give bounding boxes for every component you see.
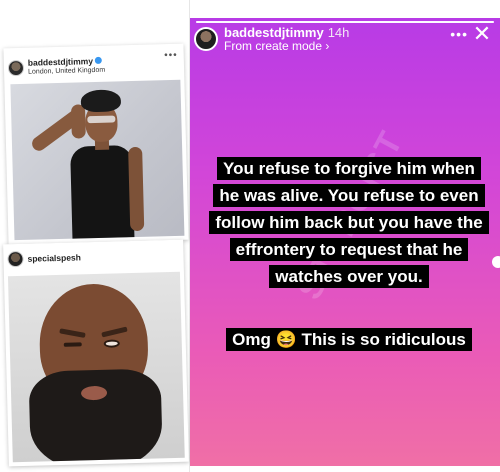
story-text-main: You refuse to forgive him when he was al… bbox=[208, 155, 490, 290]
story-text-second: Omg 😆 This is so ridiculous bbox=[208, 326, 490, 353]
photo-figure-part bbox=[70, 145, 135, 241]
photo-figure-part bbox=[87, 115, 116, 124]
username-text: baddestdjtimmy bbox=[27, 56, 94, 68]
caption-text: Omg 😆 This is so ridiculous bbox=[226, 328, 472, 351]
more-options-icon[interactable]: ••• bbox=[450, 26, 468, 42]
post-username[interactable]: baddestdjtimmy bbox=[27, 56, 103, 68]
left-column: baddestdjtimmy London, United Kingdom ••… bbox=[0, 0, 190, 472]
photo-figure-part bbox=[70, 104, 86, 139]
avatar[interactable] bbox=[194, 27, 218, 51]
post-photo[interactable] bbox=[7, 271, 185, 463]
post-header: baddestdjtimmy London, United Kingdom ••… bbox=[3, 44, 184, 85]
instagram-post-2: specialspesh bbox=[3, 239, 189, 467]
photo-figure-part bbox=[80, 89, 122, 113]
story-progress-fill bbox=[196, 21, 494, 23]
more-options-icon[interactable]: ••• bbox=[164, 50, 178, 61]
post-location[interactable]: London, United Kingdom bbox=[28, 67, 105, 76]
create-mode-link[interactable]: From create mode › bbox=[224, 39, 329, 53]
username-text: baddestdjtimmy bbox=[224, 25, 324, 40]
post-photo[interactable] bbox=[10, 79, 185, 241]
photo-figure-part bbox=[128, 146, 145, 232]
story-timestamp: 14h bbox=[327, 25, 350, 40]
instagram-post-1: baddestdjtimmy London, United Kingdom ••… bbox=[3, 43, 189, 245]
verified-badge-icon bbox=[94, 56, 103, 64]
post-username[interactable]: specialspesh bbox=[27, 252, 81, 263]
story-progress-bar bbox=[196, 21, 494, 23]
story-username[interactable]: baddestdjtimmy 14h bbox=[224, 25, 349, 40]
instagram-story[interactable]: baddestdjtimmy 14h From create mode › •••… bbox=[190, 18, 500, 466]
photo-figure-part bbox=[28, 368, 164, 463]
photo-figure-part bbox=[63, 342, 82, 347]
caption-text: You refuse to forgive him when he was al… bbox=[209, 157, 489, 288]
avatar[interactable] bbox=[7, 250, 24, 268]
avatar[interactable] bbox=[7, 59, 25, 77]
post-header: specialspesh bbox=[3, 240, 184, 275]
close-icon[interactable]: ✕ bbox=[472, 23, 492, 45]
next-story-indicator[interactable] bbox=[492, 256, 500, 268]
